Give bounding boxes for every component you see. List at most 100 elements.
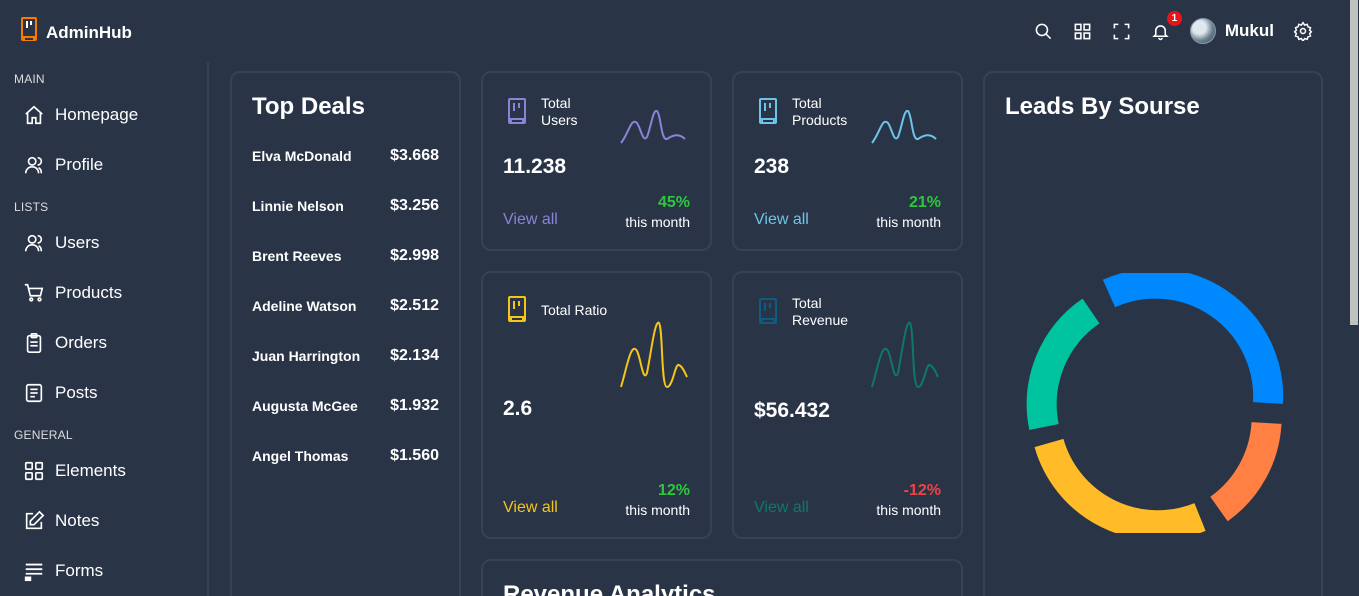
avatar <box>1189 18 1216 44</box>
app-name: AdminHub <box>46 22 132 42</box>
stat-value: $56.432 <box>754 399 830 422</box>
stat-percent: 12% <box>657 482 690 499</box>
deal-list: Elva McDonald $3.668 Linnie Nelson $3.256 … <box>252 131 439 481</box>
stat-period: this month <box>625 502 690 518</box>
deal-amount: $1.560 <box>390 447 439 464</box>
donut-segment-yellow[interactable] <box>1034 438 1206 533</box>
sidebar-item-orders[interactable]: Orders <box>0 318 207 368</box>
top-deals-title: Top Deals <box>252 93 365 120</box>
notification-button[interactable]: 1 <box>1151 11 1182 41</box>
forms-icon <box>24 563 43 582</box>
revenue-analytics-title: Revenue Analytics <box>503 581 716 596</box>
stat-icon <box>508 98 526 124</box>
revenue-analytics-card: Revenue Analytics <box>481 559 963 596</box>
deal-name: Angel Thomas <box>252 448 349 464</box>
view-all-link[interactable]: View all <box>503 211 558 229</box>
posts-icon <box>25 383 43 403</box>
username: Mukul <box>1224 21 1274 40</box>
sidebar-item-users[interactable]: Users <box>0 218 207 268</box>
sidebar-item-elements[interactable]: Elements <box>0 446 207 496</box>
total-products-card: Total Products 238 View all 21% this mont… <box>732 71 963 251</box>
navbar-actions: 1 Mukul <box>1034 11 1313 44</box>
stat-title-line: Total <box>541 95 571 111</box>
stat-period: this month <box>876 502 941 518</box>
stat-header: Total Products <box>758 95 847 129</box>
sidebar-item-homepage[interactable]: Homepage <box>0 90 207 140</box>
stat-title-line: Products <box>792 112 848 128</box>
sidebar-section-lists: LISTS <box>14 200 49 214</box>
deal-amount: $2.512 <box>390 297 439 314</box>
clipboard-icon <box>26 333 42 353</box>
deal-amount: $2.134 <box>390 347 439 364</box>
view-all-link[interactable]: View all <box>503 499 558 517</box>
list-item[interactable]: Angel Thomas $1.560 <box>252 431 439 481</box>
deal-name: Augusta McGee <box>252 398 358 414</box>
stat-percent: -12% <box>903 482 941 499</box>
stat-icon <box>759 298 777 324</box>
sparkline-ratio <box>620 321 688 389</box>
stat-title-line: Total <box>792 95 822 111</box>
app-logo[interactable]: AdminHub <box>20 16 132 49</box>
grid-icon <box>24 461 44 481</box>
donut-chart <box>1026 273 1284 533</box>
note-edit-icon <box>25 510 45 530</box>
stat-icon <box>759 98 777 124</box>
stat-percent: 21% <box>908 194 941 211</box>
view-all-link[interactable]: View all <box>754 211 809 229</box>
stat-period: this month <box>625 214 690 230</box>
deal-name: Brent Reeves <box>252 248 342 264</box>
user-menu[interactable]: Mukul <box>1189 18 1274 44</box>
top-navbar: AdminHub 1 Mukul <box>0 0 1349 62</box>
sidebar-item-notes[interactable]: Notes <box>0 496 207 546</box>
fullscreen-icon[interactable] <box>1112 21 1132 41</box>
settings-icon[interactable] <box>1293 21 1313 41</box>
sidebar-item-label: Users <box>55 233 100 252</box>
leads-by-source-card: Leads By Sourse <box>983 71 1323 596</box>
stat-icon <box>508 296 526 322</box>
leads-title: Leads By Sourse <box>1005 93 1200 120</box>
stat-header: Total Revenue <box>758 295 848 329</box>
sparkline-users <box>620 109 686 144</box>
sidebar-item-profile[interactable]: Profile <box>0 140 207 190</box>
cart-icon <box>24 283 44 302</box>
sparkline-revenue <box>871 321 939 389</box>
logo-icon <box>20 16 38 49</box>
deal-name: Elva McDonald <box>252 148 352 164</box>
top-deals-card: Top Deals Elva McDonald $3.668 Linnie Nel… <box>230 71 461 596</box>
stat-period: this month <box>876 214 941 230</box>
stat-value: 238 <box>754 155 790 178</box>
list-item[interactable]: Augusta McGee $1.932 <box>252 381 439 431</box>
list-item[interactable]: Linnie Nelson $3.256 <box>252 181 439 231</box>
deal-name: Linnie Nelson <box>252 198 344 214</box>
donut-segment-green[interactable] <box>1026 298 1100 431</box>
stat-header: Total Ratio <box>507 295 607 325</box>
sidebar-item-posts[interactable]: Posts <box>0 368 207 418</box>
sidebar-item-label: Forms <box>55 561 104 580</box>
list-item[interactable]: Adeline Watson $2.512 <box>252 281 439 331</box>
list-item[interactable]: Brent Reeves $2.998 <box>252 231 439 281</box>
view-all-link[interactable]: View all <box>754 499 809 517</box>
stat-title-line: Total <box>792 295 822 311</box>
sidebar-item-forms[interactable]: Forms <box>0 546 207 596</box>
scrollbar-thumb[interactable] <box>1350 0 1358 325</box>
apps-icon[interactable] <box>1073 21 1093 41</box>
search-icon[interactable] <box>1034 21 1054 41</box>
list-item[interactable]: Elva McDonald $3.668 <box>252 131 439 181</box>
stat-title: Total Revenue <box>792 295 848 329</box>
notification-badge: 1 <box>1166 11 1182 26</box>
sidebar-item-label: Elements <box>55 461 126 480</box>
donut-segment-orange[interactable] <box>1209 421 1282 522</box>
list-item[interactable]: Juan Harrington $2.134 <box>252 331 439 381</box>
sidebar-item-label: Homepage <box>55 105 139 124</box>
sidebar-item-label: Orders <box>55 333 107 352</box>
stat-percent: 45% <box>657 194 690 211</box>
total-users-card: Total Users 11.238 View all 45% this mont… <box>481 71 712 251</box>
total-ratio-card: Total Ratio 2.6 View all 12% this month <box>481 271 712 539</box>
donut-segment-blue[interactable] <box>1102 273 1284 404</box>
deal-amount: $1.932 <box>390 397 439 414</box>
stat-value: 2.6 <box>503 397 533 420</box>
page-scrollbar[interactable] <box>1349 0 1359 596</box>
sidebar-item-products[interactable]: Products <box>0 268 207 318</box>
stat-title: Total Users <box>541 95 578 129</box>
user-icon <box>24 156 43 174</box>
